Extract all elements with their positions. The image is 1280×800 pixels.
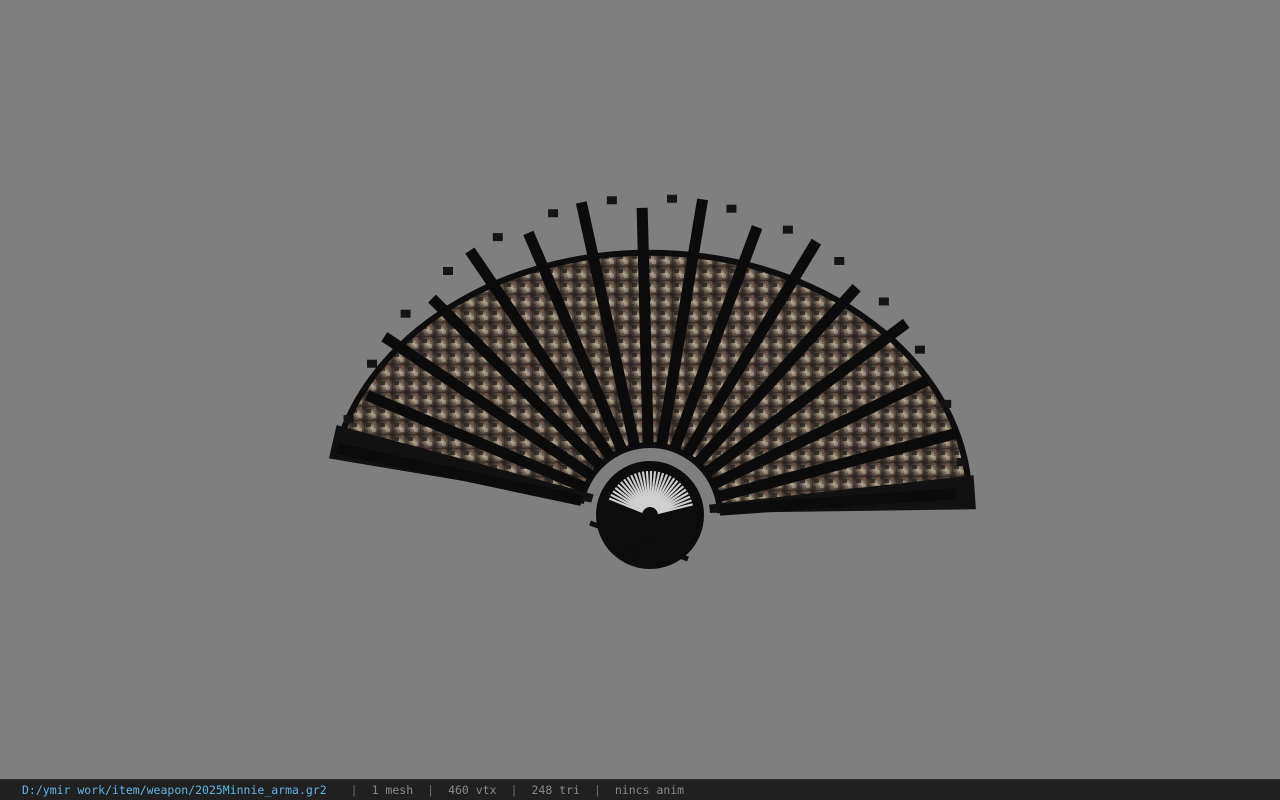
fan-pleat-tip xyxy=(941,399,952,408)
fan-pleat-tip xyxy=(726,204,737,213)
fan-pleat-tip xyxy=(667,194,678,203)
fan-pleat-tip xyxy=(878,297,889,306)
separator: | xyxy=(427,783,435,797)
separator: | xyxy=(510,783,518,797)
separator: | xyxy=(350,783,358,797)
fan-pleat-tip xyxy=(606,196,617,205)
fan-pleat-tip xyxy=(400,309,411,318)
fan-pleat-tip xyxy=(443,266,454,275)
fan-pleat-tip xyxy=(492,233,503,242)
file-path: D:/ymir work/item/weapon/2025Minnie_arma… xyxy=(22,783,327,797)
fan-pleat-tip xyxy=(782,225,793,234)
triangle-count: 248 tri xyxy=(531,783,580,797)
fan-pleat-tip xyxy=(343,415,354,424)
fan-pleat-tip xyxy=(367,359,378,368)
fan-pleat-tip xyxy=(834,256,845,265)
fan-pleat-tip xyxy=(914,345,925,354)
fan-model xyxy=(328,194,976,569)
3d-viewport[interactable] xyxy=(0,0,1280,779)
status-bar: D:/ymir work/item/weapon/2025Minnie_arma… xyxy=(0,779,1280,800)
animation-status: nincs anim xyxy=(614,783,685,797)
separator: | xyxy=(593,783,601,797)
mesh-count: 1 mesh xyxy=(371,783,414,797)
fan-pleat-tip xyxy=(548,209,559,218)
vertex-count: 460 vtx xyxy=(448,783,497,797)
fan-rib xyxy=(636,207,654,446)
fan-pleat-tip xyxy=(956,458,967,467)
